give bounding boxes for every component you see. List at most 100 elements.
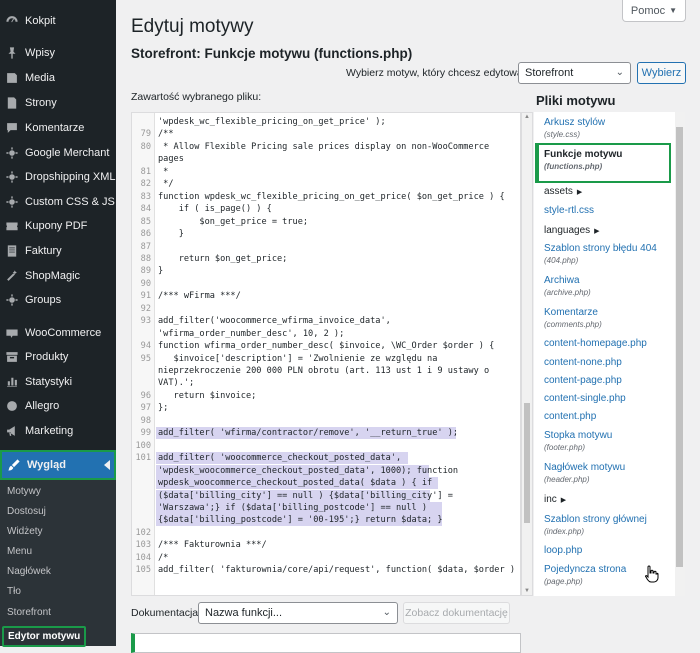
sidebar-item-woocommerce[interactable]: WooCommerce: [0, 321, 116, 345]
files-scrollbar[interactable]: [675, 112, 685, 596]
file-item[interactable]: content-none.php: [544, 357, 622, 368]
file-item[interactable]: loop.php: [544, 545, 582, 556]
view-documentation-button[interactable]: Zobacz dokumentację: [403, 602, 510, 624]
submenu-item-widżety[interactable]: Widżety: [7, 526, 43, 537]
file-item[interactable]: Funkcje motywu (functions.php): [544, 149, 622, 171]
sidebar-item-google-merchant[interactable]: Google Merchant: [0, 141, 116, 165]
folder-item[interactable]: assets ▶: [544, 186, 582, 197]
line-text: VAT).';: [158, 378, 195, 389]
files-scrollbar-thumb[interactable]: [676, 127, 683, 567]
sidebar-item-label: Marketing: [25, 425, 74, 437]
folder-item[interactable]: languages ▶: [544, 225, 600, 236]
file-name: (functions.php): [544, 162, 603, 171]
file-item[interactable]: Archiwa (archive.php): [544, 275, 591, 297]
file-item[interactable]: Nagłówek motywu (header.php): [544, 462, 625, 484]
file-item[interactable]: Stopka motywu (footer.php): [544, 430, 612, 452]
gear-icon: [5, 170, 19, 184]
sidebar-item-wyglad[interactable]: Wygląd: [0, 450, 116, 480]
sidebar-item-faktury[interactable]: Faktury: [0, 239, 116, 263]
documentation-select-value: Nazwa funkcji...: [205, 607, 283, 619]
file-item[interactable]: content.php: [544, 411, 596, 422]
sidebar-item-label: Kokpit: [25, 15, 56, 27]
sidebar-item-shopmagic[interactable]: ShopMagic: [0, 264, 116, 288]
help-button[interactable]: Pomoc ▼: [622, 0, 686, 22]
line-text: 'wpdesk_wc_flexible_pricing_on_get_price…: [158, 117, 386, 127]
submenu-item-tło[interactable]: Tło: [7, 586, 21, 597]
scrollbar-thumb[interactable]: [524, 403, 530, 523]
line-number: 98: [140, 415, 151, 426]
line-number: 80: [140, 141, 151, 152]
sidebar-item-marketing[interactable]: Marketing: [0, 419, 116, 443]
sidebar-item-allegro[interactable]: Allegro: [0, 394, 116, 418]
line-number: 99: [140, 428, 151, 439]
editor-scrollbar[interactable]: ▲ ▼: [521, 112, 533, 596]
sidebar-item-media[interactable]: Media: [0, 66, 116, 90]
file-item[interactable]: style-rtl.css: [544, 205, 594, 216]
line-number: 88: [140, 253, 151, 264]
gear-icon: [5, 195, 19, 209]
line-text: add_filter( 'wfirma/contractor/remove', …: [158, 428, 459, 439]
submenu-item-motywy[interactable]: Motywy: [7, 486, 41, 497]
file-item[interactable]: content-single.php: [544, 393, 626, 404]
sidebar-item-label: Strony: [25, 97, 57, 109]
sidebar-item-groups[interactable]: Groups: [0, 288, 116, 312]
theme-select[interactable]: Storefront ⌄: [518, 62, 631, 84]
submenu-item-storefront[interactable]: Storefront: [7, 607, 51, 618]
line-number: 83: [140, 191, 151, 202]
page-icon: [5, 96, 19, 110]
allegro-icon: [5, 399, 19, 413]
submenu-item-dostosuj[interactable]: Dostosuj: [7, 506, 46, 517]
sidebar-item-label: Komentarze: [25, 122, 85, 134]
file-item[interactable]: Szablon strony głównej (index.php): [544, 514, 647, 536]
line-text: return $invoice;: [158, 390, 257, 401]
sidebar-item-dropshipping-xml[interactable]: Dropshipping XML: [0, 165, 116, 189]
file-item[interactable]: content-homepage.php: [544, 338, 647, 349]
sidebar-item-kupony-pdf[interactable]: Kupony PDF: [0, 214, 116, 238]
gear-icon: [5, 293, 19, 307]
code-editor[interactable]: 'wpdesk_wc_flexible_pricing_on_get_price…: [131, 112, 521, 596]
sidebar-item-kokpit[interactable]: Kokpit: [0, 9, 116, 33]
sidebar-item-komentarze[interactable]: Komentarze: [0, 116, 116, 140]
sidebar-item-strony[interactable]: Strony: [0, 91, 116, 115]
file-item[interactable]: Pojedyncza strona (page.php): [544, 564, 626, 586]
line-number: 85: [140, 216, 151, 227]
appearance-submenu: Motywy Dostosuj Widżety Menu Nagłówek Tło Stor…: [0, 480, 116, 647]
sidebar-item-statystyki[interactable]: Statystyki: [0, 370, 116, 394]
file-label: Nagłówek motywu: [544, 462, 626, 473]
chevron-down-icon: ⌄: [382, 607, 391, 618]
file-label: languages: [544, 225, 591, 236]
line-number: 89: [140, 266, 151, 277]
sidebar-item-label: Wpisy: [25, 47, 55, 59]
choose-button[interactable]: Wybierz: [637, 62, 686, 84]
line-number: 101: [135, 453, 151, 464]
comment-icon: [5, 121, 19, 135]
file-item[interactable]: content-page.php: [544, 375, 622, 386]
submenu-item-nagłówek[interactable]: Nagłówek: [7, 566, 51, 577]
sidebar-item-label: Wygląd: [27, 459, 66, 471]
sidebar-item-wpisy[interactable]: Wpisy: [0, 41, 116, 65]
line-number: 105: [135, 565, 151, 576]
line-text: /*** Fakturownia ***/: [158, 540, 267, 551]
line-text: {$data['billing_postcode'] = '00-195';} …: [158, 515, 443, 526]
file-item[interactable]: Arkusz stylów (style.css): [544, 117, 605, 139]
file-label: Pojedyncza strona: [544, 564, 627, 575]
sidebar-item-produkty[interactable]: Produkty: [0, 345, 116, 369]
file-item[interactable]: Komentarze (comments.php): [544, 307, 602, 329]
file-label: Szablon strony błędu 404: [544, 243, 657, 254]
documentation-select[interactable]: Nazwa funkcji... ⌄: [198, 602, 398, 624]
scroll-down-icon[interactable]: ▼: [524, 588, 530, 594]
line-number: 81: [140, 166, 151, 177]
file-label: content-page.php: [544, 375, 622, 386]
line-text: /*: [158, 552, 169, 563]
sidebar-item-label: Produkty: [25, 351, 69, 363]
sidebar-item-custom-css-js[interactable]: Custom CSS & JS: [0, 190, 116, 214]
scroll-up-icon[interactable]: ▲: [524, 114, 530, 120]
folder-item[interactable]: inc ▶: [544, 494, 566, 505]
sidebar-item-label: Kupony PDF: [25, 220, 88, 232]
line-text: ($data['billing_city'] == null ) {$data[…: [158, 490, 453, 501]
line-text: $on_get_price = true;: [158, 216, 309, 227]
file-item[interactable]: Szablon strony błędu 404 (404.php): [544, 243, 657, 265]
line-number: 96: [140, 390, 151, 401]
submenu-item-edytor-motywu[interactable]: Edytor motywu: [2, 626, 87, 647]
submenu-item-menu[interactable]: Menu: [7, 546, 32, 557]
